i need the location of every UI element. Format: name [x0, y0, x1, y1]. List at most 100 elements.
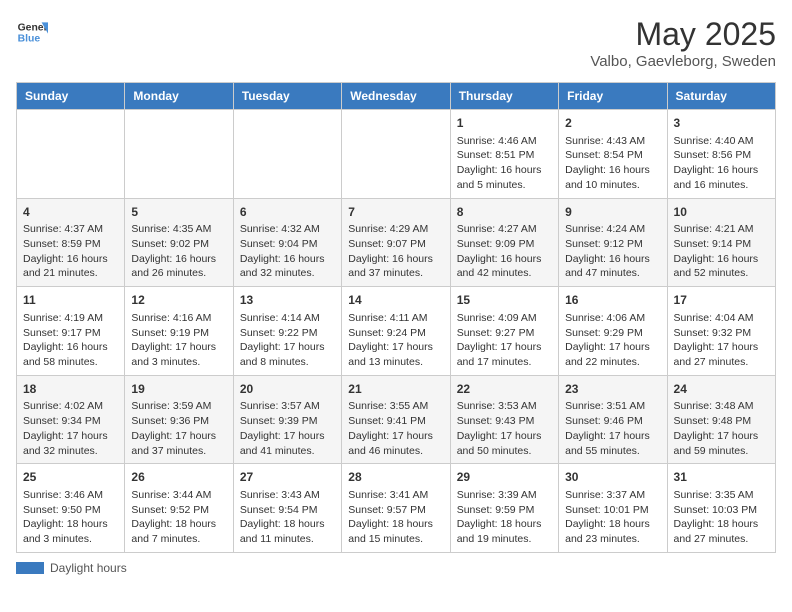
legend-label: Daylight hours: [50, 561, 127, 575]
day-cell-2: 2 Sunrise: 4:43 AM Sunset: 8:54 PM Daylig…: [559, 110, 667, 199]
day-cell-15: 15 Sunrise: 4:09 AM Sunset: 9:27 PM Dayli…: [450, 287, 558, 376]
week-row-2: 4Sunrise: 4:37 AM Sunset: 8:59 PM Daylig…: [17, 198, 776, 287]
day-number: 9: [565, 204, 660, 221]
day-header-saturday: Saturday: [667, 83, 775, 110]
day-number: 27: [240, 469, 335, 486]
day-number: 17: [674, 292, 769, 309]
day-number: 26: [131, 469, 226, 486]
day-cell-25: 25 Sunrise: 3:46 AM Sunset: 9:50 PM Dayli…: [17, 464, 125, 553]
day-number: 22: [457, 381, 552, 398]
day-number: 20: [240, 381, 335, 398]
day-cell-empty: [17, 110, 125, 199]
day-headers-row: SundayMondayTuesdayWednesdayThursdayFrid…: [17, 83, 776, 110]
day-info: Sunrise: 4:04 AM Sunset: 9:32 PM Dayligh…: [674, 311, 769, 370]
day-cell-empty: [342, 110, 450, 199]
day-info: Sunrise: 3:48 AM Sunset: 9:48 PM Dayligh…: [674, 399, 769, 458]
day-cell-29: 29Sunrise: 3:39 AM Sunset: 9:59 PM Dayli…: [450, 464, 558, 553]
legend-box: [16, 562, 44, 574]
day-cell-30: 30 Sunrise: 3:37 AM Sunset: 10:01 PM Dayl…: [559, 464, 667, 553]
day-cell-31: 31Sunrise: 3:35 AM Sunset: 10:03 PM Dayl…: [667, 464, 775, 553]
day-info: Sunrise: 4:46 AM Sunset: 8:51 PM Dayligh…: [457, 134, 552, 193]
day-cell-14: 14 Sunrise: 4:11 AM Sunset: 9:24 PM Dayli…: [342, 287, 450, 376]
day-info: Sunrise: 4:27 AM Sunset: 9:09 PM Dayligh…: [457, 222, 552, 281]
day-cell-10: 10Sunrise: 4:21 AM Sunset: 9:14 PM Dayli…: [667, 198, 775, 287]
day-info: Sunrise: 4:24 AM Sunset: 9:12 PM Dayligh…: [565, 222, 660, 281]
month-title: May 2025: [590, 16, 776, 53]
day-header-thursday: Thursday: [450, 83, 558, 110]
day-number: 12: [131, 292, 226, 309]
logo: General Blue: [16, 16, 48, 48]
day-cell-27: 27 Sunrise: 3:43 AM Sunset: 9:54 PM Dayli…: [233, 464, 341, 553]
day-cell-8: 8Sunrise: 4:27 AM Sunset: 9:09 PM Daylig…: [450, 198, 558, 287]
day-info: Sunrise: 3:59 AM Sunset: 9:36 PM Dayligh…: [131, 399, 226, 458]
day-cell-26: 26 Sunrise: 3:44 AM Sunset: 9:52 PM Dayli…: [125, 464, 233, 553]
day-cell-4: 4Sunrise: 4:37 AM Sunset: 8:59 PM Daylig…: [17, 198, 125, 287]
day-header-sunday: Sunday: [17, 83, 125, 110]
day-info: Sunrise: 3:37 AM Sunset: 10:01 PM Daylig…: [565, 488, 660, 547]
day-cell-21: 21Sunrise: 3:55 AM Sunset: 9:41 PM Dayli…: [342, 375, 450, 464]
day-info: Sunrise: 4:19 AM Sunset: 9:17 PM Dayligh…: [23, 311, 118, 370]
day-number: 29: [457, 469, 552, 486]
day-cell-20: 20Sunrise: 3:57 AM Sunset: 9:39 PM Dayli…: [233, 375, 341, 464]
day-number: 7: [348, 204, 443, 221]
day-header-monday: Monday: [125, 83, 233, 110]
day-cell-5: 5Sunrise: 4:35 AM Sunset: 9:02 PM Daylig…: [125, 198, 233, 287]
day-info: Sunrise: 4:11 AM Sunset: 9:24 PM Dayligh…: [348, 311, 443, 370]
day-number: 18: [23, 381, 118, 398]
day-header-friday: Friday: [559, 83, 667, 110]
day-cell-12: 12 Sunrise: 4:16 AM Sunset: 9:19 PM Dayli…: [125, 287, 233, 376]
day-info: Sunrise: 4:43 AM Sunset: 8:54 PM Dayligh…: [565, 134, 660, 193]
day-number: 19: [131, 381, 226, 398]
day-cell-28: 28Sunrise: 3:41 AM Sunset: 9:57 PM Dayli…: [342, 464, 450, 553]
day-info: Sunrise: 3:43 AM Sunset: 9:54 PM Dayligh…: [240, 488, 335, 547]
day-cell-23: 23Sunrise: 3:51 AM Sunset: 9:46 PM Dayli…: [559, 375, 667, 464]
day-number: 3: [674, 115, 769, 132]
day-cell-16: 16Sunrise: 4:06 AM Sunset: 9:29 PM Dayli…: [559, 287, 667, 376]
day-number: 21: [348, 381, 443, 398]
title-block: May 2025 Valbo, Gaevleborg, Sweden: [590, 16, 776, 70]
day-number: 23: [565, 381, 660, 398]
week-row-3: 11 Sunrise: 4:19 AM Sunset: 9:17 PM Dayli…: [17, 287, 776, 376]
day-number: 15: [457, 292, 552, 309]
day-number: 11: [23, 292, 118, 309]
day-number: 13: [240, 292, 335, 309]
day-number: 6: [240, 204, 335, 221]
day-info: Sunrise: 4:29 AM Sunset: 9:07 PM Dayligh…: [348, 222, 443, 281]
day-cell-11: 11 Sunrise: 4:19 AM Sunset: 9:17 PM Dayli…: [17, 287, 125, 376]
day-cell-24: 24Sunrise: 3:48 AM Sunset: 9:48 PM Dayli…: [667, 375, 775, 464]
day-info: Sunrise: 3:51 AM Sunset: 9:46 PM Dayligh…: [565, 399, 660, 458]
day-info: Sunrise: 4:35 AM Sunset: 9:02 PM Dayligh…: [131, 222, 226, 281]
day-info: Sunrise: 4:21 AM Sunset: 9:14 PM Dayligh…: [674, 222, 769, 281]
legend: Daylight hours: [16, 561, 776, 575]
day-number: 14: [348, 292, 443, 309]
day-cell-9: 9Sunrise: 4:24 AM Sunset: 9:12 PM Daylig…: [559, 198, 667, 287]
day-info: Sunrise: 4:06 AM Sunset: 9:29 PM Dayligh…: [565, 311, 660, 370]
day-info: Sunrise: 4:16 AM Sunset: 9:19 PM Dayligh…: [131, 311, 226, 370]
day-cell-empty: [233, 110, 341, 199]
day-cell-18: 18Sunrise: 4:02 AM Sunset: 9:34 PM Dayli…: [17, 375, 125, 464]
week-row-4: 18Sunrise: 4:02 AM Sunset: 9:34 PM Dayli…: [17, 375, 776, 464]
day-cell-13: 13Sunrise: 4:14 AM Sunset: 9:22 PM Dayli…: [233, 287, 341, 376]
day-cell-1: 1Sunrise: 4:46 AM Sunset: 8:51 PM Daylig…: [450, 110, 558, 199]
day-info: Sunrise: 3:44 AM Sunset: 9:52 PM Dayligh…: [131, 488, 226, 547]
day-header-tuesday: Tuesday: [233, 83, 341, 110]
day-number: 10: [674, 204, 769, 221]
day-info: Sunrise: 3:55 AM Sunset: 9:41 PM Dayligh…: [348, 399, 443, 458]
day-number: 28: [348, 469, 443, 486]
day-info: Sunrise: 3:46 AM Sunset: 9:50 PM Dayligh…: [23, 488, 118, 547]
calendar-table: SundayMondayTuesdayWednesdayThursdayFrid…: [16, 82, 776, 553]
day-number: 25: [23, 469, 118, 486]
day-info: Sunrise: 4:02 AM Sunset: 9:34 PM Dayligh…: [23, 399, 118, 458]
day-number: 4: [23, 204, 118, 221]
day-cell-19: 19Sunrise: 3:59 AM Sunset: 9:36 PM Dayli…: [125, 375, 233, 464]
day-cell-6: 6Sunrise: 4:32 AM Sunset: 9:04 PM Daylig…: [233, 198, 341, 287]
day-number: 8: [457, 204, 552, 221]
day-number: 2: [565, 115, 660, 132]
day-info: Sunrise: 4:09 AM Sunset: 9:27 PM Dayligh…: [457, 311, 552, 370]
day-number: 31: [674, 469, 769, 486]
day-number: 30: [565, 469, 660, 486]
day-cell-3: 3Sunrise: 4:40 AM Sunset: 8:56 PM Daylig…: [667, 110, 775, 199]
location-subtitle: Valbo, Gaevleborg, Sweden: [590, 53, 776, 70]
day-cell-17: 17 Sunrise: 4:04 AM Sunset: 9:32 PM Dayli…: [667, 287, 775, 376]
day-cell-22: 22Sunrise: 3:53 AM Sunset: 9:43 PM Dayli…: [450, 375, 558, 464]
